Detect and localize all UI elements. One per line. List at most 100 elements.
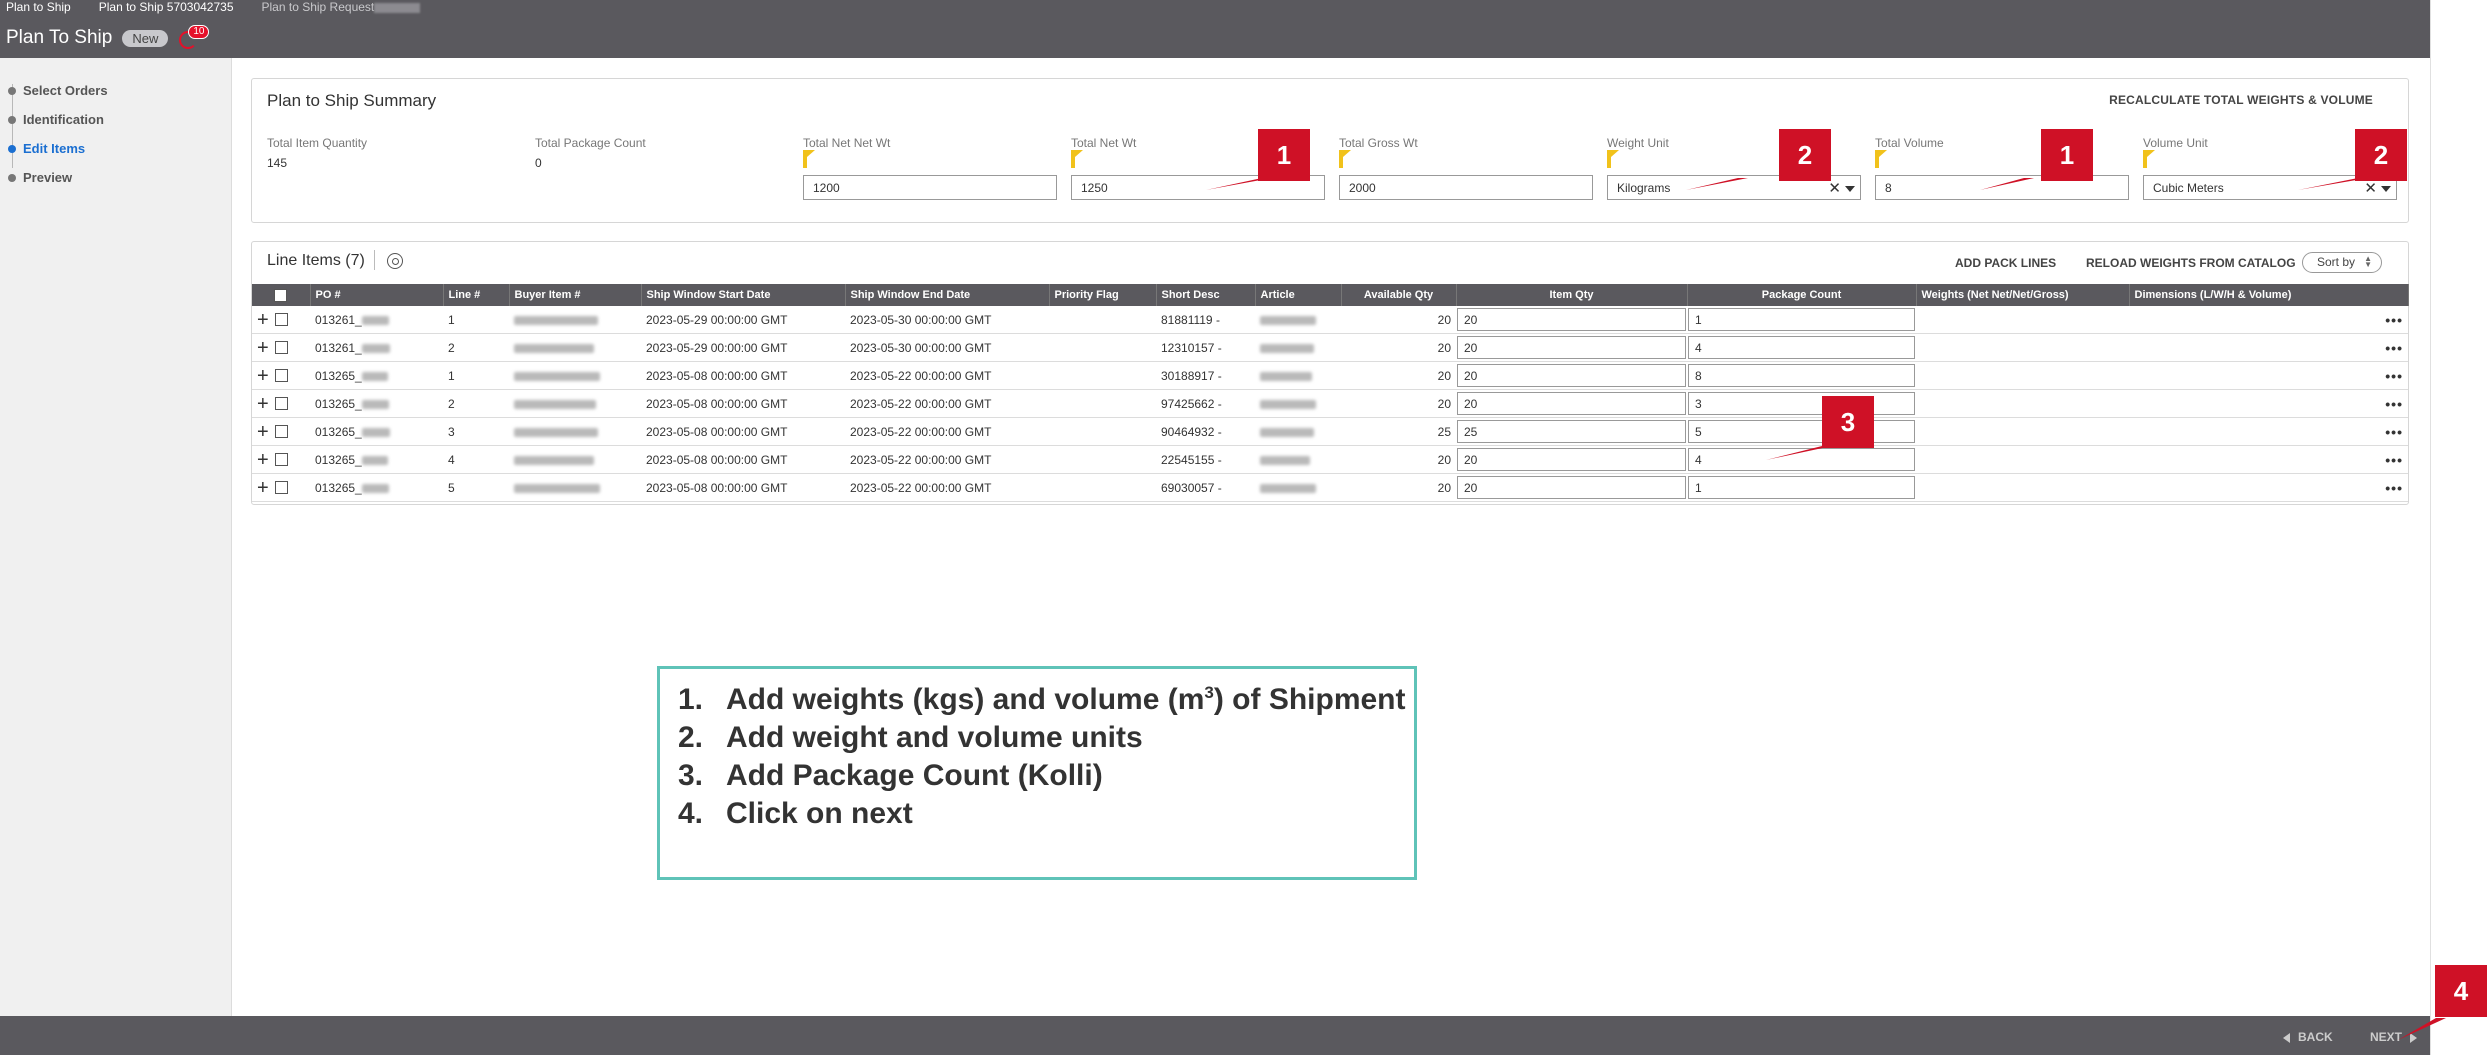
row-checkbox[interactable] <box>274 481 288 495</box>
more-options-icon[interactable]: ••• <box>2385 396 2403 412</box>
package-count-input[interactable]: 4 <box>1688 336 1915 359</box>
table-row[interactable]: +013261_ 1 2023-05-29 00:00:00 GMT 2023-05-… <box>252 306 2408 334</box>
item-qty-input[interactable]: 20 <box>1457 448 1686 471</box>
more-options-icon[interactable]: ••• <box>2385 452 2403 468</box>
step-edit-items[interactable]: Edit Items <box>8 134 108 163</box>
table-row[interactable]: +013265_ 5 2023-05-08 00:00:00 GMT 2023-05-… <box>252 473 2408 502</box>
cell-dimensions: ••• <box>2129 306 2408 334</box>
cell-weights <box>1916 473 2129 502</box>
notification-icon[interactable]: 10 <box>178 25 210 49</box>
marker-4-next: 4 <box>2435 965 2487 1017</box>
step-preview[interactable]: Preview <box>8 163 108 192</box>
recalculate-button[interactable]: RECALCULATE TOTAL WEIGHTS & VOLUME <box>2109 93 2373 107</box>
instruction-number: 4. <box>678 797 704 830</box>
redacted-text <box>374 2 421 13</box>
redacted-text <box>361 455 389 465</box>
back-button[interactable]: BACK <box>2283 1030 2333 1044</box>
instruction-item: 2. Add weight and volume units <box>678 719 1406 757</box>
col-dimensions[interactable]: Dimensions (L/W/H & Volume) <box>2129 284 2409 306</box>
breadcrumb-item-plan-to-ship-number[interactable]: Plan to Ship 5703042735 <box>99 0 234 14</box>
table-row[interactable]: +013265_ 1 2023-05-08 00:00:00 GMT 2023-05-… <box>252 361 2408 390</box>
col-article[interactable]: Article <box>1255 284 1342 306</box>
cell-available-qty: 20 <box>1341 361 1456 390</box>
sort-by-dropdown[interactable]: Sort by ▲ ▼ <box>2302 252 2382 273</box>
row-checkbox[interactable] <box>274 369 288 383</box>
cell-article <box>1255 417 1341 446</box>
package-count-input[interactable]: 4 <box>1688 448 1915 471</box>
breadcrumb-item-request[interactable]: Plan to Ship Request <box>262 0 421 14</box>
more-options-icon[interactable]: ••• <box>2385 368 2403 384</box>
table-row[interactable]: +013265_ 2 2023-05-08 00:00:00 GMT 2023-05-… <box>252 389 2408 418</box>
next-button[interactable]: NEXT <box>2370 1030 2418 1044</box>
item-qty-input[interactable]: 20 <box>1457 308 1686 331</box>
item-qty-input[interactable]: 20 <box>1457 336 1686 359</box>
step-label: Identification <box>23 112 104 127</box>
package-count-input[interactable]: 1 <box>1688 308 1915 331</box>
required-flag-icon <box>1875 150 1887 168</box>
status-badge: New <box>122 29 169 47</box>
col-ship-end[interactable]: Ship Window End Date <box>845 284 1050 306</box>
expand-icon[interactable]: + <box>257 338 269 358</box>
po-text: 013261_ <box>315 340 362 355</box>
col-priority[interactable]: Priority Flag <box>1049 284 1157 306</box>
step-select-orders[interactable]: Select Orders <box>8 76 108 105</box>
add-pack-lines-button[interactable]: ADD PACK LINES <box>1955 256 2056 270</box>
cell-available-qty: 20 <box>1341 333 1456 362</box>
col-weights[interactable]: Weights (Net Net/Net/Gross) <box>1916 284 2130 306</box>
table-row[interactable]: +013265_ 4 2023-05-08 00:00:00 GMT 2023-05-… <box>252 445 2408 474</box>
cell-weights <box>1916 333 2129 362</box>
row-checkbox[interactable] <box>274 341 288 355</box>
expand-icon[interactable]: + <box>257 310 269 330</box>
instruction-text: Click on next <box>726 797 913 830</box>
cell-short-desc: 90464932 - <box>1156 417 1255 446</box>
col-available-qty[interactable]: Available Qty <box>1341 284 1457 306</box>
col-short-desc[interactable]: Short Desc <box>1156 284 1256 306</box>
cell-short-desc: 97425662 - <box>1156 389 1255 418</box>
total-net-net-wt-input[interactable]: 1200 <box>803 175 1057 200</box>
expand-icon[interactable]: + <box>257 394 269 414</box>
package-count-input[interactable]: 1 <box>1688 476 1915 499</box>
item-qty-input[interactable]: 20 <box>1457 364 1686 387</box>
chevron-down-icon[interactable] <box>2381 186 2391 192</box>
expand-icon[interactable]: + <box>257 478 269 498</box>
cell-short-desc: 30188917 - <box>1156 361 1255 390</box>
col-line[interactable]: Line # <box>443 284 510 306</box>
search-icon[interactable] <box>387 253 403 269</box>
table-row[interactable]: +013265_ 3 2023-05-08 00:00:00 GMT 2023-05-… <box>252 417 2408 446</box>
cell-priority <box>1049 306 1156 334</box>
col-item-qty[interactable]: Item Qty <box>1456 284 1688 306</box>
more-options-icon[interactable]: ••• <box>2385 340 2403 356</box>
item-qty-input[interactable]: 20 <box>1457 392 1686 415</box>
total-package-count: Total Package Count 0 <box>535 136 646 170</box>
item-qty-input[interactable]: 25 <box>1457 420 1686 443</box>
col-po[interactable]: PO # <box>310 284 444 306</box>
package-count-input[interactable]: 8 <box>1688 364 1915 387</box>
row-checkbox[interactable] <box>274 453 288 467</box>
more-options-icon[interactable]: ••• <box>2385 480 2403 496</box>
breadcrumb-item-plan-to-ship[interactable]: Plan to Ship <box>6 0 71 14</box>
instruction-number: 2. <box>678 721 704 754</box>
expand-icon[interactable]: + <box>257 422 269 442</box>
row-checkbox[interactable] <box>274 397 288 411</box>
col-package-count[interactable]: Package Count <box>1687 284 1917 306</box>
item-qty-input[interactable]: 20 <box>1457 476 1686 499</box>
reload-weights-button[interactable]: RELOAD WEIGHTS FROM CATALOG <box>2086 256 2296 270</box>
instruction-text: Add weight and volume units <box>726 721 1143 754</box>
more-options-icon[interactable]: ••• <box>2385 312 2403 328</box>
row-checkbox[interactable] <box>274 313 288 327</box>
col-buyer-item[interactable]: Buyer Item # <box>509 284 642 306</box>
more-options-icon[interactable]: ••• <box>2385 424 2403 440</box>
chevron-down-icon[interactable] <box>1845 186 1855 192</box>
expand-icon[interactable]: + <box>257 366 269 386</box>
col-ship-start[interactable]: Ship Window Start Date <box>641 284 846 306</box>
row-checkbox[interactable] <box>274 425 288 439</box>
table-row[interactable]: +013261_ 2 2023-05-29 00:00:00 GMT 2023-05-… <box>252 333 2408 362</box>
cell-article <box>1255 473 1341 502</box>
total-item-quantity: Total Item Quantity 145 <box>267 136 367 170</box>
package-count-input[interactable]: 3 <box>1688 392 1915 415</box>
expand-icon[interactable]: + <box>257 450 269 470</box>
total-gross-wt-input[interactable]: 2000 <box>1339 175 1593 200</box>
step-identification[interactable]: Identification <box>8 105 108 134</box>
package-count-input[interactable]: 5 <box>1688 420 1915 443</box>
select-all-checkbox[interactable] <box>274 288 288 302</box>
